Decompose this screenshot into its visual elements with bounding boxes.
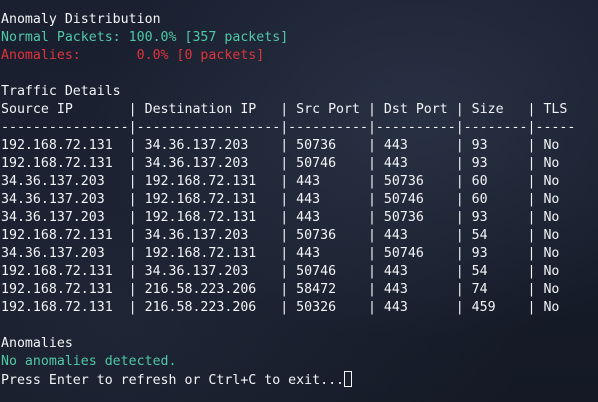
table-header: Source IP | Destination IP | Src Port | …: [1, 102, 568, 117]
table-row: 192.168.72.131 | 216.58.223.206 | 58472 …: [1, 282, 560, 297]
no-anomalies-message: No anomalies detected.: [1, 354, 177, 369]
traffic-table-body: 192.168.72.131 | 34.36.137.203 | 50736 |…: [1, 137, 598, 317]
table-row: 34.36.137.203 | 192.168.72.131 | 443 | 5…: [1, 210, 560, 225]
table-row: 34.36.137.203 | 192.168.72.131 | 443 | 5…: [1, 192, 560, 207]
cursor-block: [344, 371, 353, 387]
traffic-title: Traffic Details: [1, 84, 121, 99]
prompt-line[interactable]: Press Enter to refresh or Ctrl+C to exit…: [1, 371, 598, 389]
distribution-title: Anomaly Distribution: [1, 12, 161, 27]
anomalies-title: Anomalies: [1, 336, 73, 351]
terminal-window[interactable]: Anomaly Distribution Normal Packets: 100…: [0, 0, 598, 402]
table-separator: ----------------|------------------|----…: [1, 120, 576, 135]
table-row: 192.168.72.131 | 34.36.137.203 | 50736 |…: [1, 228, 560, 243]
table-row: 192.168.72.131 | 216.58.223.206 | 50326 …: [1, 300, 560, 315]
anomalies-line: Anomalies: 0.0% [0 packets]: [1, 48, 265, 63]
table-row: 192.168.72.131 | 34.36.137.203 | 50736 |…: [1, 138, 560, 153]
table-row: 34.36.137.203 | 192.168.72.131 | 443 | 5…: [1, 246, 560, 261]
normal-packets-line: Normal Packets: 100.0% [357 packets]: [1, 30, 289, 45]
table-row: 192.168.72.131 | 34.36.137.203 | 50746 |…: [1, 264, 560, 279]
prompt-text: Press Enter to refresh or Ctrl+C to exit…: [1, 373, 345, 388]
table-row: 192.168.72.131 | 34.36.137.203 | 50746 |…: [1, 156, 560, 171]
table-row: 34.36.137.203 | 192.168.72.131 | 443 | 5…: [1, 174, 560, 189]
